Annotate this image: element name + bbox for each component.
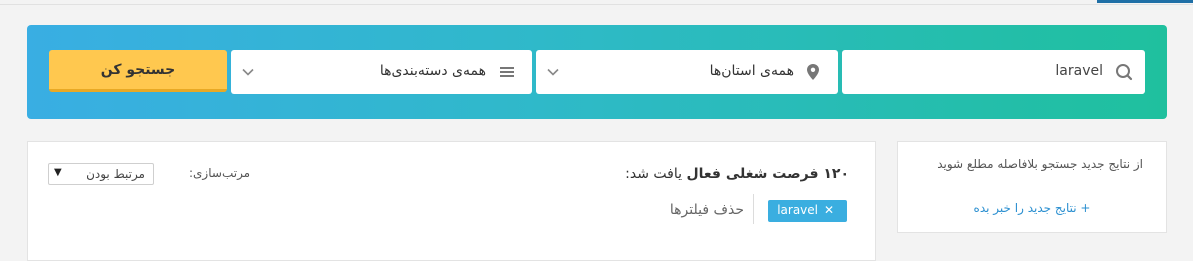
keyword-search-field[interactable]: laravel bbox=[842, 50, 1145, 94]
remove-filters-link[interactable]: حذف فیلترها bbox=[670, 202, 744, 218]
dropdown-arrow-icon: ▼ bbox=[54, 167, 62, 178]
results-count-number: ۱۲۰ فرصت شغلی فعال bbox=[686, 166, 849, 182]
search-submit-label: جستجو کن bbox=[100, 62, 176, 78]
notify-description: از نتایج جدید جستجو بلافاصله مطلع شوید bbox=[937, 157, 1143, 171]
category-select[interactable]: همه‌ی دسته‌بندی‌ها bbox=[231, 50, 532, 94]
chevron-down-icon bbox=[547, 68, 559, 76]
sort-select-value: مرتبط بودن bbox=[86, 167, 145, 181]
keyword-input-value[interactable]: laravel bbox=[1055, 63, 1103, 79]
location-pin-icon bbox=[807, 64, 819, 80]
search-submit-button[interactable]: جستجو کن bbox=[49, 50, 227, 92]
results-count-suffix: یافت شد: bbox=[625, 166, 687, 182]
divider bbox=[753, 194, 754, 224]
notify-subscribe-link[interactable]: + نتایج جدید را خبر بده bbox=[898, 201, 1166, 215]
top-bar bbox=[0, 0, 1193, 5]
close-icon[interactable]: ✕ bbox=[824, 203, 834, 217]
results-panel: مرتب‌سازی: مرتبط بودن ▼ ۱۲۰ فرصت شغلی فع… bbox=[27, 141, 876, 261]
active-tab-indicator bbox=[1097, 0, 1193, 3]
province-select[interactable]: همه‌ی استان‌ها bbox=[536, 50, 838, 94]
results-count: ۱۲۰ فرصت شغلی فعال یافت شد: bbox=[625, 166, 849, 182]
menu-lines-icon bbox=[500, 67, 514, 77]
sort-label: مرتب‌سازی: bbox=[189, 166, 251, 180]
province-select-label: همه‌ی استان‌ها bbox=[709, 63, 794, 79]
chevron-down-icon bbox=[242, 68, 254, 76]
category-select-label: همه‌ی دسته‌بندی‌ها bbox=[379, 63, 486, 79]
search-icon bbox=[1116, 64, 1133, 81]
sort-select[interactable]: مرتبط بودن ▼ bbox=[48, 163, 154, 185]
notify-panel: از نتایج جدید جستجو بلافاصله مطلع شوید +… bbox=[897, 141, 1167, 233]
filter-chip-keyword[interactable]: ✕ laravel bbox=[768, 200, 847, 222]
search-band: laravel همه‌ی استان‌ها همه‌ی دسته‌بندی‌ه… bbox=[27, 25, 1167, 119]
filter-chip-label: laravel bbox=[777, 203, 818, 217]
